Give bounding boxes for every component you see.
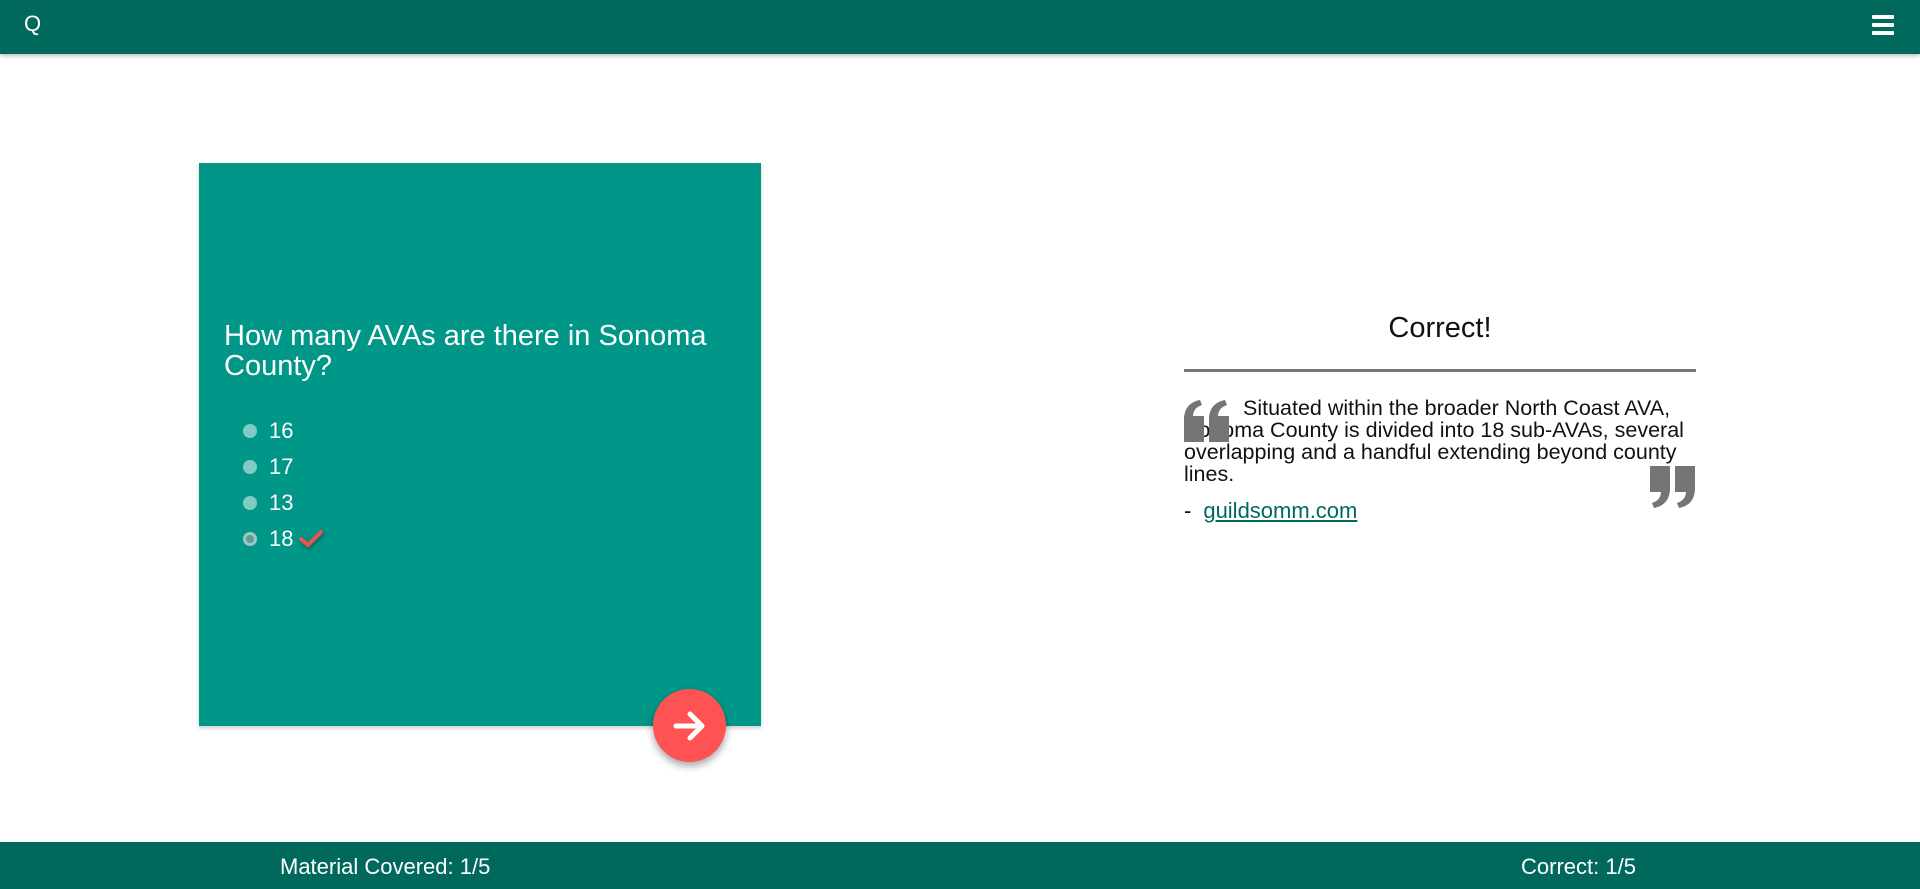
- arrow-right-icon: [673, 711, 704, 740]
- radio-button[interactable]: [243, 496, 257, 510]
- result-title: Correct!: [1388, 312, 1492, 344]
- menu-line: [1872, 15, 1894, 19]
- radio-button-selected[interactable]: [243, 532, 257, 546]
- menu-line: [1872, 31, 1894, 35]
- answer-option-selected[interactable]: 18: [243, 521, 324, 557]
- question-text: How many AVAs are there in Sonoma County…: [224, 320, 707, 382]
- answer-option[interactable]: 13: [243, 485, 323, 521]
- radio-button[interactable]: [243, 424, 257, 438]
- answer-option[interactable]: 17: [243, 449, 323, 485]
- answer-label: 16: [269, 418, 294, 443]
- menu-line: [1872, 23, 1894, 27]
- answer-label: 13: [269, 490, 294, 515]
- question-card: How many AVAs are there in Sonoma County…: [199, 163, 761, 726]
- app-logo[interactable]: Q: [24, 11, 41, 37]
- material-covered-text: Material Covered: 1/5: [280, 854, 491, 879]
- divider: [1184, 369, 1696, 372]
- quote-source: - guildsomm.com: [1184, 498, 1357, 524]
- source-dash: -: [1184, 498, 1192, 523]
- radio-button[interactable]: [243, 460, 257, 474]
- next-question-button[interactable]: [653, 689, 726, 762]
- answer-option[interactable]: 16: [243, 413, 323, 449]
- top-app-bar: Q: [0, 0, 1920, 54]
- answer-label: 18: [269, 526, 294, 551]
- open-quote-icon: [1184, 400, 1229, 442]
- answer-options: 16 17 13 18: [243, 413, 324, 557]
- close-quote-icon: [1650, 466, 1695, 508]
- source-link[interactable]: guildsomm.com: [1203, 498, 1357, 524]
- answer-label: 17: [269, 454, 294, 479]
- checkmark-icon: [299, 530, 324, 547]
- progress-footer: Material Covered: 1/5 Correct: 1/5: [0, 842, 1920, 889]
- correct-count-text: Correct: 1/5: [1521, 854, 1636, 879]
- explanation-quote: Situated within the broader North Coast …: [1184, 396, 1684, 486]
- hamburger-menu-icon[interactable]: [1872, 15, 1894, 35]
